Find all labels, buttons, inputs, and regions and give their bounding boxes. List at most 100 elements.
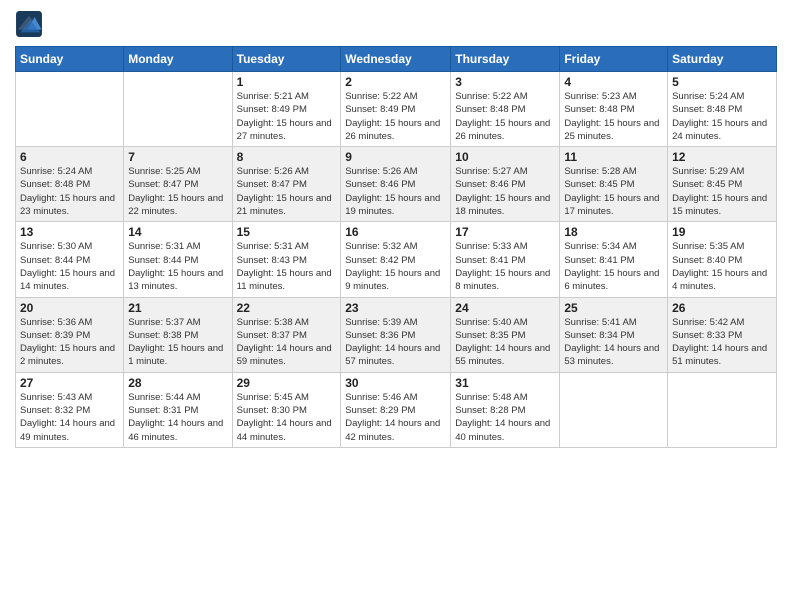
calendar-week-0: 1Sunrise: 5:21 AM Sunset: 8:49 PM Daylig…: [16, 72, 777, 147]
logo-icon: [15, 10, 43, 38]
header-tuesday: Tuesday: [232, 47, 341, 72]
calendar-cell: 14Sunrise: 5:31 AM Sunset: 8:44 PM Dayli…: [124, 222, 232, 297]
day-info: Sunrise: 5:26 AM Sunset: 8:46 PM Dayligh…: [345, 165, 446, 218]
day-number: 22: [237, 301, 337, 315]
calendar-cell: 13Sunrise: 5:30 AM Sunset: 8:44 PM Dayli…: [16, 222, 124, 297]
day-number: 7: [128, 150, 227, 164]
page: SundayMondayTuesdayWednesdayThursdayFrid…: [0, 0, 792, 612]
calendar-cell: 26Sunrise: 5:42 AM Sunset: 8:33 PM Dayli…: [668, 297, 777, 372]
calendar-cell: [124, 72, 232, 147]
calendar-table: SundayMondayTuesdayWednesdayThursdayFrid…: [15, 46, 777, 448]
day-info: Sunrise: 5:26 AM Sunset: 8:47 PM Dayligh…: [237, 165, 337, 218]
day-info: Sunrise: 5:34 AM Sunset: 8:41 PM Dayligh…: [564, 240, 663, 293]
day-number: 19: [672, 225, 772, 239]
calendar-cell: 12Sunrise: 5:29 AM Sunset: 8:45 PM Dayli…: [668, 147, 777, 222]
calendar-cell: 25Sunrise: 5:41 AM Sunset: 8:34 PM Dayli…: [560, 297, 668, 372]
day-number: 26: [672, 301, 772, 315]
calendar-cell: 15Sunrise: 5:31 AM Sunset: 8:43 PM Dayli…: [232, 222, 341, 297]
day-info: Sunrise: 5:40 AM Sunset: 8:35 PM Dayligh…: [455, 316, 555, 369]
day-number: 13: [20, 225, 119, 239]
calendar-cell: 30Sunrise: 5:46 AM Sunset: 8:29 PM Dayli…: [341, 372, 451, 447]
calendar-cell: [16, 72, 124, 147]
day-info: Sunrise: 5:23 AM Sunset: 8:48 PM Dayligh…: [564, 90, 663, 143]
header-wednesday: Wednesday: [341, 47, 451, 72]
day-info: Sunrise: 5:35 AM Sunset: 8:40 PM Dayligh…: [672, 240, 772, 293]
day-info: Sunrise: 5:21 AM Sunset: 8:49 PM Dayligh…: [237, 90, 337, 143]
calendar-cell: 16Sunrise: 5:32 AM Sunset: 8:42 PM Dayli…: [341, 222, 451, 297]
day-info: Sunrise: 5:24 AM Sunset: 8:48 PM Dayligh…: [20, 165, 119, 218]
day-info: Sunrise: 5:42 AM Sunset: 8:33 PM Dayligh…: [672, 316, 772, 369]
day-number: 29: [237, 376, 337, 390]
day-number: 31: [455, 376, 555, 390]
day-info: Sunrise: 5:31 AM Sunset: 8:44 PM Dayligh…: [128, 240, 227, 293]
header-monday: Monday: [124, 47, 232, 72]
day-info: Sunrise: 5:38 AM Sunset: 8:37 PM Dayligh…: [237, 316, 337, 369]
calendar-cell: 24Sunrise: 5:40 AM Sunset: 8:35 PM Dayli…: [451, 297, 560, 372]
calendar-cell: 10Sunrise: 5:27 AM Sunset: 8:46 PM Dayli…: [451, 147, 560, 222]
header-sunday: Sunday: [16, 47, 124, 72]
calendar-cell: 22Sunrise: 5:38 AM Sunset: 8:37 PM Dayli…: [232, 297, 341, 372]
calendar-cell: 4Sunrise: 5:23 AM Sunset: 8:48 PM Daylig…: [560, 72, 668, 147]
calendar-week-1: 6Sunrise: 5:24 AM Sunset: 8:48 PM Daylig…: [16, 147, 777, 222]
day-info: Sunrise: 5:22 AM Sunset: 8:48 PM Dayligh…: [455, 90, 555, 143]
logo: [15, 10, 45, 38]
calendar-cell: 21Sunrise: 5:37 AM Sunset: 8:38 PM Dayli…: [124, 297, 232, 372]
calendar-week-4: 27Sunrise: 5:43 AM Sunset: 8:32 PM Dayli…: [16, 372, 777, 447]
day-info: Sunrise: 5:48 AM Sunset: 8:28 PM Dayligh…: [455, 391, 555, 444]
day-info: Sunrise: 5:39 AM Sunset: 8:36 PM Dayligh…: [345, 316, 446, 369]
calendar-cell: 8Sunrise: 5:26 AM Sunset: 8:47 PM Daylig…: [232, 147, 341, 222]
day-info: Sunrise: 5:37 AM Sunset: 8:38 PM Dayligh…: [128, 316, 227, 369]
day-number: 15: [237, 225, 337, 239]
day-number: 5: [672, 75, 772, 89]
calendar-cell: 29Sunrise: 5:45 AM Sunset: 8:30 PM Dayli…: [232, 372, 341, 447]
day-info: Sunrise: 5:46 AM Sunset: 8:29 PM Dayligh…: [345, 391, 446, 444]
calendar-cell: 17Sunrise: 5:33 AM Sunset: 8:41 PM Dayli…: [451, 222, 560, 297]
calendar-cell: 3Sunrise: 5:22 AM Sunset: 8:48 PM Daylig…: [451, 72, 560, 147]
day-info: Sunrise: 5:24 AM Sunset: 8:48 PM Dayligh…: [672, 90, 772, 143]
day-info: Sunrise: 5:27 AM Sunset: 8:46 PM Dayligh…: [455, 165, 555, 218]
day-info: Sunrise: 5:22 AM Sunset: 8:49 PM Dayligh…: [345, 90, 446, 143]
day-info: Sunrise: 5:28 AM Sunset: 8:45 PM Dayligh…: [564, 165, 663, 218]
calendar-cell: [560, 372, 668, 447]
calendar-cell: 1Sunrise: 5:21 AM Sunset: 8:49 PM Daylig…: [232, 72, 341, 147]
header-friday: Friday: [560, 47, 668, 72]
day-number: 6: [20, 150, 119, 164]
day-info: Sunrise: 5:25 AM Sunset: 8:47 PM Dayligh…: [128, 165, 227, 218]
day-number: 12: [672, 150, 772, 164]
calendar-cell: 7Sunrise: 5:25 AM Sunset: 8:47 PM Daylig…: [124, 147, 232, 222]
day-info: Sunrise: 5:41 AM Sunset: 8:34 PM Dayligh…: [564, 316, 663, 369]
day-info: Sunrise: 5:30 AM Sunset: 8:44 PM Dayligh…: [20, 240, 119, 293]
calendar-cell: [668, 372, 777, 447]
day-number: 11: [564, 150, 663, 164]
calendar-cell: 19Sunrise: 5:35 AM Sunset: 8:40 PM Dayli…: [668, 222, 777, 297]
day-number: 25: [564, 301, 663, 315]
calendar-cell: 11Sunrise: 5:28 AM Sunset: 8:45 PM Dayli…: [560, 147, 668, 222]
calendar-cell: 28Sunrise: 5:44 AM Sunset: 8:31 PM Dayli…: [124, 372, 232, 447]
day-info: Sunrise: 5:43 AM Sunset: 8:32 PM Dayligh…: [20, 391, 119, 444]
calendar-cell: 18Sunrise: 5:34 AM Sunset: 8:41 PM Dayli…: [560, 222, 668, 297]
day-info: Sunrise: 5:45 AM Sunset: 8:30 PM Dayligh…: [237, 391, 337, 444]
calendar-cell: 27Sunrise: 5:43 AM Sunset: 8:32 PM Dayli…: [16, 372, 124, 447]
calendar-cell: 9Sunrise: 5:26 AM Sunset: 8:46 PM Daylig…: [341, 147, 451, 222]
day-number: 23: [345, 301, 446, 315]
day-info: Sunrise: 5:44 AM Sunset: 8:31 PM Dayligh…: [128, 391, 227, 444]
calendar-cell: 23Sunrise: 5:39 AM Sunset: 8:36 PM Dayli…: [341, 297, 451, 372]
day-number: 24: [455, 301, 555, 315]
day-number: 3: [455, 75, 555, 89]
day-number: 18: [564, 225, 663, 239]
day-number: 1: [237, 75, 337, 89]
day-info: Sunrise: 5:36 AM Sunset: 8:39 PM Dayligh…: [20, 316, 119, 369]
header-thursday: Thursday: [451, 47, 560, 72]
day-number: 21: [128, 301, 227, 315]
calendar-week-3: 20Sunrise: 5:36 AM Sunset: 8:39 PM Dayli…: [16, 297, 777, 372]
day-info: Sunrise: 5:31 AM Sunset: 8:43 PM Dayligh…: [237, 240, 337, 293]
day-number: 9: [345, 150, 446, 164]
day-number: 20: [20, 301, 119, 315]
header: [15, 10, 777, 38]
day-info: Sunrise: 5:33 AM Sunset: 8:41 PM Dayligh…: [455, 240, 555, 293]
day-number: 8: [237, 150, 337, 164]
day-number: 10: [455, 150, 555, 164]
day-number: 17: [455, 225, 555, 239]
day-number: 28: [128, 376, 227, 390]
calendar-week-2: 13Sunrise: 5:30 AM Sunset: 8:44 PM Dayli…: [16, 222, 777, 297]
